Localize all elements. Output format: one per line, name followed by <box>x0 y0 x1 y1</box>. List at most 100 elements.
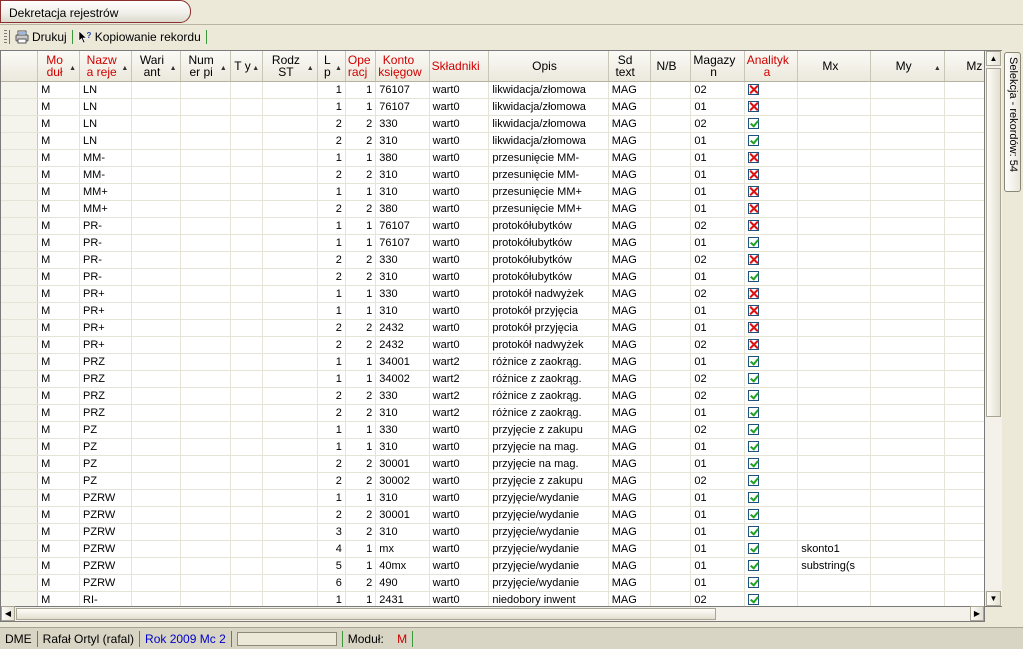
cell-skladniki[interactable]: wart0 <box>429 506 490 524</box>
cell-magazyn[interactable]: 02 <box>690 115 745 133</box>
cell-rodzst[interactable] <box>262 472 318 490</box>
cell-mx[interactable] <box>797 183 872 201</box>
cell-sdtext[interactable]: MAG <box>608 574 651 592</box>
cell-konto[interactable]: 330 <box>375 387 430 405</box>
cell-lp[interactable]: 2 <box>317 336 346 354</box>
cross-icon[interactable] <box>747 254 759 266</box>
cell-my[interactable] <box>870 81 945 99</box>
cell-konto[interactable]: 310 <box>375 404 430 422</box>
cell-skladniki[interactable]: wart0 <box>429 302 490 320</box>
cell-rodzst[interactable] <box>262 81 318 99</box>
cell-konto[interactable]: 310 <box>375 268 430 286</box>
cell-nazwa[interactable]: PR- <box>79 217 133 235</box>
row-selector[interactable] <box>1 302 39 320</box>
column-header-rodzst[interactable]: Rodz ST ▲ <box>262 51 318 82</box>
cell-rodzst[interactable] <box>262 319 318 337</box>
row-selector[interactable] <box>1 591 39 606</box>
cell-my[interactable] <box>870 302 945 320</box>
cell-lp[interactable]: 1 <box>317 489 346 507</box>
cell-lp[interactable]: 2 <box>317 200 346 218</box>
cell-mz[interactable] <box>944 132 984 150</box>
cell-lp[interactable]: 1 <box>317 591 346 606</box>
cell-magazyn[interactable]: 02 <box>690 421 745 439</box>
table-row[interactable]: M MM- 2 2 310 wart0 przesunięcie MM- MAG 01 <box>1 166 984 184</box>
cell-opis[interactable]: protokółubytków <box>488 251 609 269</box>
row-selector[interactable] <box>1 370 39 388</box>
cell-mx[interactable] <box>797 319 872 337</box>
table-row[interactable]: M PR+ 2 2 2432 wart0 protokół nadwyżek MAG 02 <box>1 336 984 354</box>
table-row[interactable]: M PRZ 1 1 34002 wart2 różnice z zaokrąg. MAG 02 <box>1 370 984 388</box>
cell-mz[interactable] <box>944 472 984 490</box>
cell-wariant[interactable] <box>131 574 181 592</box>
scroll-left-button[interactable]: ◀ <box>1 606 15 621</box>
cell-nazwa[interactable]: PR+ <box>79 285 133 303</box>
cell-rodzst[interactable] <box>262 387 318 405</box>
check-icon[interactable] <box>747 271 759 283</box>
cell-numer[interactable] <box>180 574 231 592</box>
cell-skladniki[interactable]: wart0 <box>429 421 490 439</box>
cell-skladniki[interactable]: wart0 <box>429 200 490 218</box>
cell-rodzst[interactable] <box>262 234 318 252</box>
table-row[interactable]: M MM+ 2 2 380 wart0 przesunięcie MM+ MAG 01 <box>1 200 984 218</box>
cell-magazyn[interactable]: 01 <box>690 166 745 184</box>
cell-mz[interactable] <box>944 353 984 371</box>
cell-numer[interactable] <box>180 183 231 201</box>
cell-my[interactable] <box>870 251 945 269</box>
cell-lp[interactable]: 3 <box>317 523 346 541</box>
cell-typ[interactable] <box>230 353 264 371</box>
cell-konto[interactable]: 310 <box>375 438 430 456</box>
cell-my[interactable] <box>870 166 945 184</box>
cell-wariant[interactable] <box>131 251 181 269</box>
cell-rodzst[interactable] <box>262 183 318 201</box>
cell-opis[interactable]: protokół nadwyżek <box>488 285 609 303</box>
row-selector[interactable] <box>1 421 39 439</box>
cell-my[interactable] <box>870 591 945 606</box>
column-header-typ[interactable]: T y ▲ <box>230 51 264 82</box>
cell-mx[interactable] <box>797 336 872 354</box>
row-selector[interactable] <box>1 472 39 490</box>
cell-sdtext[interactable]: MAG <box>608 302 651 320</box>
cell-nb[interactable] <box>650 540 692 558</box>
cell-rodzst[interactable] <box>262 149 318 167</box>
cell-nb[interactable] <box>650 438 692 456</box>
cell-sdtext[interactable]: MAG <box>608 506 651 524</box>
cell-nb[interactable] <box>650 574 692 592</box>
table-row[interactable]: M MM- 1 1 380 wart0 przesunięcie MM- MAG 01 <box>1 149 984 167</box>
cell-operacja[interactable]: 1 <box>345 302 377 320</box>
cell-numer[interactable] <box>180 336 231 354</box>
check-icon[interactable] <box>747 543 759 555</box>
cell-rodzst[interactable] <box>262 574 318 592</box>
cell-mx[interactable] <box>797 387 872 405</box>
cell-numer[interactable] <box>180 489 231 507</box>
cell-skladniki[interactable]: wart0 <box>429 285 490 303</box>
cell-mz[interactable] <box>944 574 984 592</box>
check-icon[interactable] <box>747 373 759 385</box>
cell-operacja[interactable]: 1 <box>345 217 377 235</box>
cell-mx[interactable] <box>797 200 872 218</box>
scroll-right-button[interactable]: ▶ <box>970 606 984 621</box>
cell-operacja[interactable]: 2 <box>345 132 377 150</box>
cell-magazyn[interactable]: 01 <box>690 489 745 507</box>
cell-modul[interactable]: M <box>37 574 81 592</box>
cell-lp[interactable]: 5 <box>317 557 346 575</box>
cell-typ[interactable] <box>230 285 264 303</box>
cell-modul[interactable]: M <box>37 523 81 541</box>
cell-analityka[interactable] <box>744 319 799 337</box>
cell-operacja[interactable]: 1 <box>345 81 377 99</box>
cell-analityka[interactable] <box>744 404 799 422</box>
cell-sdtext[interactable]: MAG <box>608 268 651 286</box>
cell-mx[interactable] <box>797 489 872 507</box>
cell-skladniki[interactable]: wart0 <box>429 166 490 184</box>
cell-mz[interactable] <box>944 115 984 133</box>
cell-konto[interactable]: 34002 <box>375 370 430 388</box>
cell-nb[interactable] <box>650 200 692 218</box>
row-selector[interactable] <box>1 489 39 507</box>
cell-typ[interactable] <box>230 268 264 286</box>
cell-numer[interactable] <box>180 387 231 405</box>
cell-mz[interactable] <box>944 438 984 456</box>
cell-skladniki[interactable]: wart0 <box>429 81 490 99</box>
cell-nazwa[interactable]: PRZ <box>79 370 133 388</box>
cell-wariant[interactable] <box>131 370 181 388</box>
cell-my[interactable] <box>870 540 945 558</box>
cell-mz[interactable] <box>944 217 984 235</box>
